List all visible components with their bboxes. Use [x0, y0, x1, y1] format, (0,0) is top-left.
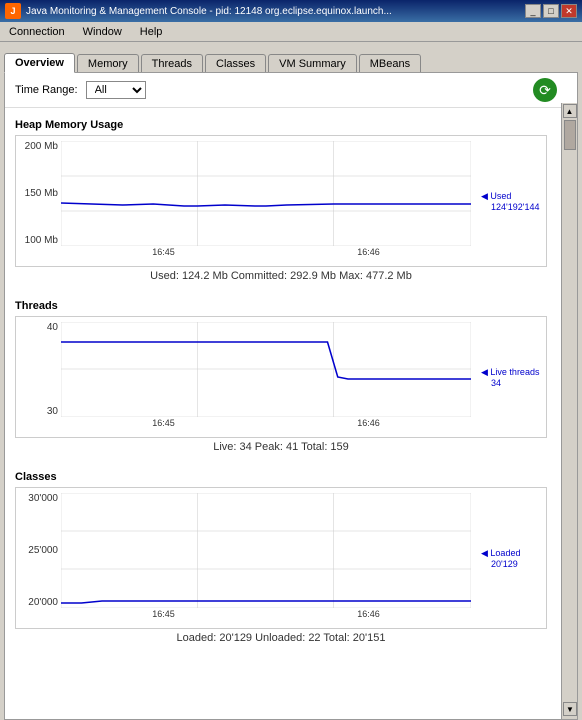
menu-help[interactable]: Help: [136, 25, 167, 39]
scrollbar-thumb[interactable]: [564, 120, 576, 150]
time-range-select[interactable]: All 1 min 5 min 10 min 30 min 1 hour: [86, 81, 146, 99]
heap-memory-section: Heap Memory Usage 200 Mb 150 Mb 100 Mb: [5, 113, 557, 286]
minimize-button[interactable]: _: [525, 4, 541, 18]
classes-stats: Loaded: 20'129 Unloaded: 22 Total: 20'15…: [15, 629, 547, 648]
heap-chart-svg: [61, 141, 471, 246]
heap-memory-title: Heap Memory Usage: [15, 113, 547, 131]
heap-x-label-1: 16:45: [152, 247, 175, 257]
maximize-button[interactable]: □: [543, 4, 559, 18]
heap-memory-chart: 200 Mb 150 Mb 100 Mb: [15, 135, 547, 267]
time-range-label: Time Range:: [15, 84, 78, 96]
menu-connection[interactable]: Connection: [5, 25, 69, 39]
tab-threads[interactable]: Threads: [141, 54, 203, 73]
java-icon: J: [5, 3, 21, 19]
threads-stats: Live: 34 Peak: 41 Total: 159: [15, 438, 547, 457]
classes-y-axis: 30'000 25'000 20'000: [16, 488, 61, 628]
classes-title: Classes: [15, 465, 547, 483]
heap-x-label-2: 16:46: [357, 247, 380, 257]
title-bar: J Java Monitoring & Management Console -…: [0, 0, 582, 22]
classes-chart: 30'000 25'000 20'000: [15, 487, 547, 629]
menu-window[interactable]: Window: [79, 25, 126, 39]
threads-title: Threads: [15, 294, 547, 312]
main-content: Time Range: All 1 min 5 min 10 min 30 mi…: [4, 72, 578, 720]
tabs-bar: Overview Memory Threads Classes VM Summa…: [0, 42, 582, 72]
classes-chart-svg: [61, 493, 471, 608]
threads-x-label-2: 16:46: [357, 418, 380, 428]
tab-mbeans[interactable]: MBeans: [359, 54, 421, 73]
menu-bar: Connection Window Help: [0, 22, 582, 42]
vertical-scrollbar[interactable]: ▲ ▼: [561, 103, 577, 719]
tab-vm-summary[interactable]: VM Summary: [268, 54, 357, 73]
close-button[interactable]: ✕: [561, 4, 577, 18]
classes-x-label-1: 16:45: [152, 609, 175, 619]
classes-x-label-2: 16:46: [357, 609, 380, 619]
threads-legend: ◀ Live threads 34: [476, 317, 546, 437]
window-title: Java Monitoring & Management Console - p…: [26, 6, 392, 17]
scrollbar-up-arrow[interactable]: ▲: [563, 104, 577, 118]
tab-memory[interactable]: Memory: [77, 54, 139, 73]
threads-chart-svg: [61, 322, 471, 417]
classes-legend: ◀ Loaded 20'129: [476, 488, 546, 628]
threads-chart: 40 30: [15, 316, 547, 438]
classes-section: Classes 30'000 25'000 20'000: [5, 465, 557, 648]
threads-section: Threads 40 30: [5, 294, 557, 457]
threads-y-axis: 40 30: [16, 317, 61, 437]
connection-status-icon: ⟳: [533, 78, 557, 102]
heap-legend: ◀ Used 124'192'144: [476, 136, 546, 266]
tab-overview[interactable]: Overview: [4, 53, 75, 73]
threads-x-label-1: 16:45: [152, 418, 175, 428]
heap-stats: Used: 124.2 Mb Committed: 292.9 Mb Max: …: [15, 267, 547, 286]
toolbar: Time Range: All 1 min 5 min 10 min 30 mi…: [5, 73, 577, 108]
heap-y-axis: 200 Mb 150 Mb 100 Mb: [16, 136, 61, 266]
scroll-area[interactable]: Heap Memory Usage 200 Mb 150 Mb 100 Mb: [5, 108, 577, 719]
scrollbar-down-arrow[interactable]: ▼: [563, 702, 577, 716]
tab-classes[interactable]: Classes: [205, 54, 266, 73]
